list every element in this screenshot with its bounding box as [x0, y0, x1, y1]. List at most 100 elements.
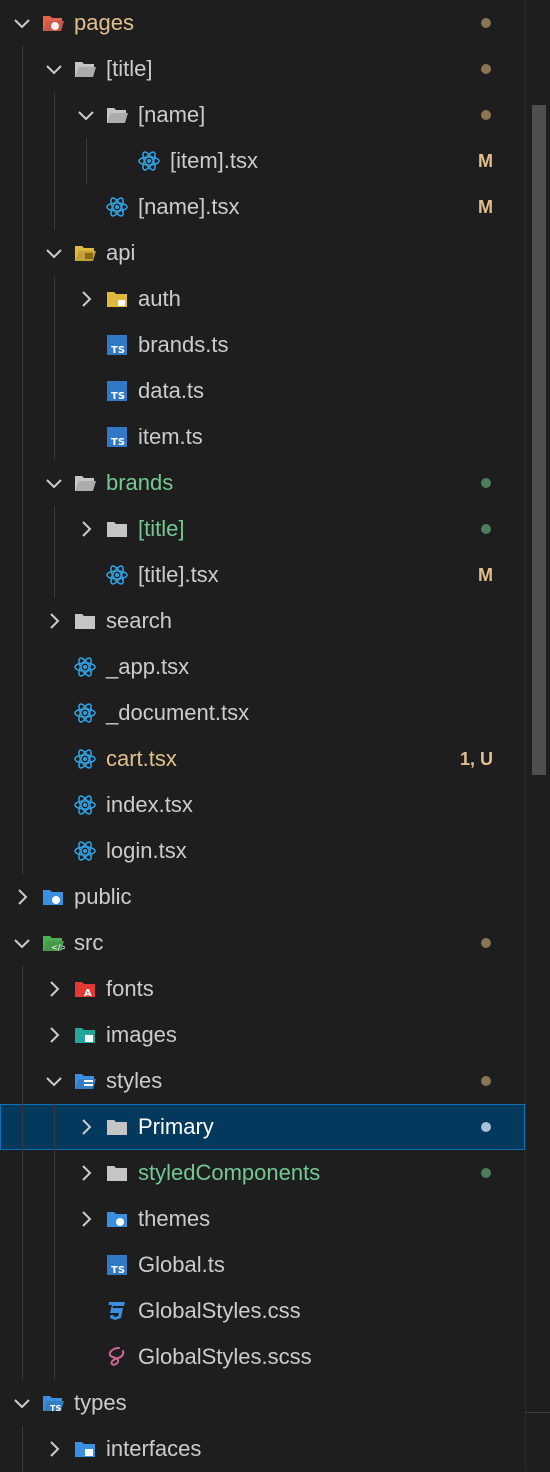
folder-item-pages[interactable]: pages [0, 0, 525, 46]
folder-item-images[interactable]: images [0, 1012, 525, 1058]
svg-text:TS: TS [111, 1265, 125, 1276]
file-item-data-ts[interactable]: TS data.ts [0, 368, 525, 414]
chevron-down-icon[interactable] [10, 931, 34, 955]
folder-item-interfaces[interactable]: interfaces [0, 1426, 525, 1472]
item-label: _app.tsx [106, 654, 190, 679]
scrollbar-thumb[interactable] [532, 105, 546, 775]
interfaces-folder-icon [73, 1437, 97, 1461]
react-icon [73, 701, 97, 725]
indent-guide [86, 138, 87, 184]
folder-item-brands[interactable]: brands [0, 460, 525, 506]
item-label: [name].tsx [138, 194, 240, 219]
file-item-globalstyles-css[interactable]: GlobalStyles.css [0, 1288, 525, 1334]
public-folder-icon [41, 885, 65, 909]
file-item-title-tsx[interactable]: [title].tsx M [0, 552, 525, 598]
chevron-right-icon[interactable] [74, 1161, 98, 1185]
indent-guide [22, 506, 23, 552]
folder-item-src[interactable]: </> src [0, 920, 525, 966]
chevron-right-icon[interactable] [10, 885, 34, 909]
indent-guide [22, 184, 23, 230]
indent-guide [22, 1334, 23, 1380]
git-status-dot [481, 18, 491, 28]
folder-item-name[interactable]: [name] [0, 92, 525, 138]
item-label: login.tsx [106, 838, 187, 863]
item-label: Primary [138, 1114, 214, 1139]
indent-guide [54, 1242, 55, 1288]
types-folder-icon: TS [41, 1391, 65, 1415]
chevron-down-icon[interactable] [10, 1391, 34, 1415]
chevron-right-icon[interactable] [42, 1437, 66, 1461]
item-label: [name] [138, 102, 206, 127]
indent-guide [54, 276, 55, 322]
chevron-right-icon[interactable] [42, 609, 66, 633]
chevron-down-icon[interactable] [42, 1069, 66, 1093]
file-item-login-tsx[interactable]: login.tsx [0, 828, 525, 874]
folder-open-icon [105, 103, 129, 127]
indent-guide [54, 1150, 55, 1196]
ts-icon: TS [105, 379, 129, 403]
react-icon [73, 655, 97, 679]
file-item-item-ts[interactable]: TS item.ts [0, 414, 525, 460]
divider [525, 1412, 550, 1413]
chevron-down-icon[interactable] [42, 57, 66, 81]
chevron-right-icon[interactable] [42, 1023, 66, 1047]
folder-item-themes[interactable]: themes [0, 1196, 525, 1242]
folder-item-fonts[interactable]: Afonts [0, 966, 525, 1012]
file-item-app-tsx[interactable]: _app.tsx [0, 644, 525, 690]
file-item-brands-ts[interactable]: TS brands.ts [0, 322, 525, 368]
chevron-right-icon[interactable] [74, 287, 98, 311]
file-item-cart-tsx[interactable]: cart.tsx 1, U [0, 736, 525, 782]
item-label: [title] [138, 516, 185, 541]
git-status-badge: M [478, 150, 493, 171]
folder-icon [105, 1115, 129, 1139]
folder-item-auth[interactable]: auth [0, 276, 525, 322]
git-status-dot [481, 1168, 491, 1178]
folder-item-title[interactable]: [title] [0, 506, 525, 552]
file-item-index-tsx[interactable]: index.tsx [0, 782, 525, 828]
indent-guide [22, 598, 23, 644]
indent-guide [22, 1058, 23, 1104]
chevron-down-icon[interactable] [74, 103, 98, 127]
file-item-globalstyles-scss[interactable]: GlobalStyles.scss [0, 1334, 525, 1380]
folder-item-api[interactable]: api [0, 230, 525, 276]
svg-text:</>: </> [51, 943, 65, 952]
file-item-item-tsx[interactable]: [item].tsx M [0, 138, 525, 184]
indent-guide [54, 1196, 55, 1242]
file-item-document-tsx[interactable]: _document.tsx [0, 690, 525, 736]
css-icon [105, 1299, 129, 1323]
item-label: brands.ts [138, 332, 229, 357]
indent-guide [22, 1196, 23, 1242]
react-icon [73, 747, 97, 771]
chevron-down-icon[interactable] [42, 241, 66, 265]
file-explorer-tree: pages [title] [name] [item].tsx M [name].ts… [0, 0, 525, 1472]
indent-guide [54, 138, 55, 184]
file-item-name-tsx[interactable]: [name].tsx M [0, 184, 525, 230]
vertical-scrollbar[interactable] [525, 0, 550, 1469]
folder-item-types[interactable]: TS types [0, 1380, 525, 1426]
styles-folder-icon [73, 1069, 97, 1093]
svg-text:TS: TS [50, 1404, 61, 1413]
chevron-down-icon[interactable] [10, 11, 34, 35]
file-item-global-ts[interactable]: TS Global.ts [0, 1242, 525, 1288]
git-status-badge: M [478, 196, 493, 217]
indent-guide [22, 276, 23, 322]
folder-item-styles[interactable]: styles [0, 1058, 525, 1104]
chevron-right-icon[interactable] [74, 1207, 98, 1231]
chevron-right-icon[interactable] [74, 1115, 98, 1139]
indent-guide [54, 1288, 55, 1334]
folder-item-public[interactable]: public [0, 874, 525, 920]
indent-guide [22, 644, 23, 690]
item-label: search [106, 608, 173, 633]
git-status-dot [481, 524, 491, 534]
indent-guide [22, 138, 23, 184]
indent-guide [22, 736, 23, 782]
chevron-right-icon[interactable] [74, 517, 98, 541]
chevron-down-icon[interactable] [42, 471, 66, 495]
folder-item-primary[interactable]: Primary [0, 1104, 525, 1150]
svg-text:TS: TS [111, 437, 125, 448]
git-status-dot [481, 938, 491, 948]
folder-item-styledcomponents[interactable]: styledComponents [0, 1150, 525, 1196]
chevron-right-icon[interactable] [42, 977, 66, 1001]
folder-item-title[interactable]: [title] [0, 46, 525, 92]
folder-item-search[interactable]: search [0, 598, 525, 644]
